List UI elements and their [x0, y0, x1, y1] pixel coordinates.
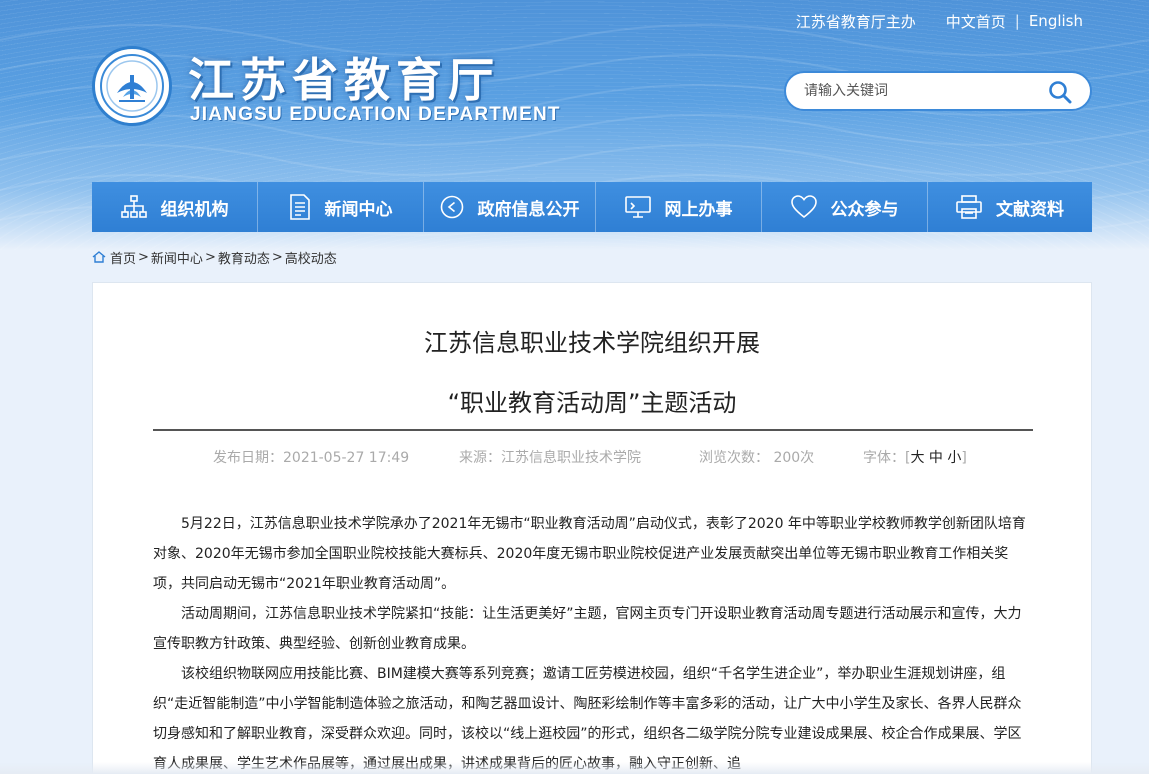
bottom-fade — [0, 762, 1149, 774]
font-size-label: 字体：[ — [863, 450, 911, 466]
font-small-button[interactable]: 小 — [947, 450, 961, 466]
play-circle-icon — [440, 195, 463, 219]
article-title-line1: 江苏信息职业技术学院组织开展 — [424, 329, 760, 357]
font-medium-button[interactable]: 中 — [929, 450, 943, 466]
printer-icon — [956, 195, 982, 219]
org-chart-icon — [120, 195, 147, 218]
breadcrumb-separator: > — [204, 249, 216, 265]
breadcrumb: 首页 > 新闻中心 > 教育动态 > 高校动态 — [92, 248, 337, 267]
site-title: 江苏省教育厅 — [188, 53, 500, 107]
article-title-line2: “职业教育活动周”主题活动 — [447, 389, 737, 417]
breadcrumb-university-news[interactable]: 高校动态 — [285, 248, 337, 267]
heart-icon — [790, 195, 817, 219]
nav-item-organization[interactable]: 组织机构 — [92, 182, 258, 232]
english-link[interactable]: English — [1029, 12, 1083, 30]
host-link[interactable]: 江苏省教育厅主办 — [796, 11, 916, 32]
font-size-switcher: 字体：[大 中 小] — [863, 447, 967, 467]
main-nav: 组织机构 新闻中心 政府信息公开 网上办事 公众参与 文献资料 — [92, 182, 1092, 232]
view-count: 浏览次数： 200次 — [699, 450, 815, 466]
site-subtitle: JIANGSU EDUCATION DEPARTMENT — [190, 104, 561, 125]
home-icon — [92, 251, 106, 263]
article-paragraph: 该校组织物联网应用技能比赛、BIM建模大赛等系列竞赛；邀请工匠劳模进校园，组织“… — [153, 666, 1022, 772]
article-meta: 发布日期：2021-05-27 17:49 来源：江苏信息职业技术学院 浏览次数… — [93, 447, 1091, 467]
font-large-button[interactable]: 大 — [910, 450, 924, 466]
article-paragraph: 5月22日，江苏信息职业技术学院承办了2021年无锡市“职业教育活动周”启动仪式… — [153, 516, 1026, 592]
nav-label: 组织机构 — [160, 199, 229, 220]
lang-separator: | — [1014, 12, 1020, 30]
search-input[interactable] — [804, 83, 1034, 99]
breadcrumb-news[interactable]: 新闻中心 — [151, 248, 203, 267]
nav-label: 文献资料 — [996, 199, 1064, 220]
nav-label: 公众参与 — [830, 199, 899, 220]
nav-item-public-participation[interactable]: 公众参与 — [762, 182, 928, 232]
breadcrumb-separator: > — [271, 249, 283, 265]
search-box[interactable] — [784, 71, 1092, 111]
monitor-icon — [624, 196, 651, 218]
search-icon[interactable] — [1048, 80, 1072, 104]
chinese-home-link[interactable]: 中文首页 — [946, 11, 1006, 32]
font-size-close: ] — [961, 450, 967, 466]
site-logo[interactable] — [92, 46, 172, 126]
title-divider — [153, 429, 1033, 431]
emblem-icon — [100, 54, 164, 118]
nav-label: 政府信息公开 — [477, 199, 580, 220]
publish-date: 发布日期：2021-05-27 17:49 — [213, 450, 410, 466]
nav-item-gov-info[interactable]: 政府信息公开 — [424, 182, 596, 232]
nav-item-news[interactable]: 新闻中心 — [258, 182, 424, 232]
document-icon — [289, 194, 310, 220]
article-source: 来源：江苏信息职业技术学院 — [459, 450, 641, 466]
nav-label: 新闻中心 — [324, 199, 393, 220]
article-panel: 江苏信息职业技术学院组织开展 “职业教育活动周”主题活动 发布日期：2021-0… — [92, 282, 1092, 774]
breadcrumb-separator: > — [138, 249, 149, 265]
breadcrumb-edu-news[interactable]: 教育动态 — [218, 248, 270, 267]
article-body: 5月22日，江苏信息职业技术学院承办了2021年无锡市“职业教育活动周”启动仪式… — [153, 509, 1033, 774]
breadcrumb-home[interactable]: 首页 — [110, 248, 136, 267]
article-paragraph: 活动周期间，江苏信息职业技术学院紧扣“技能：让生活更美好”主题，官网主页专门开设… — [153, 606, 1022, 652]
nav-item-online-service[interactable]: 网上办事 — [596, 182, 762, 232]
nav-item-documents[interactable]: 文献资料 — [928, 182, 1092, 232]
top-links: 江苏省教育厅主办 中文首页 | English — [796, 10, 1083, 32]
nav-label: 网上办事 — [664, 199, 733, 220]
